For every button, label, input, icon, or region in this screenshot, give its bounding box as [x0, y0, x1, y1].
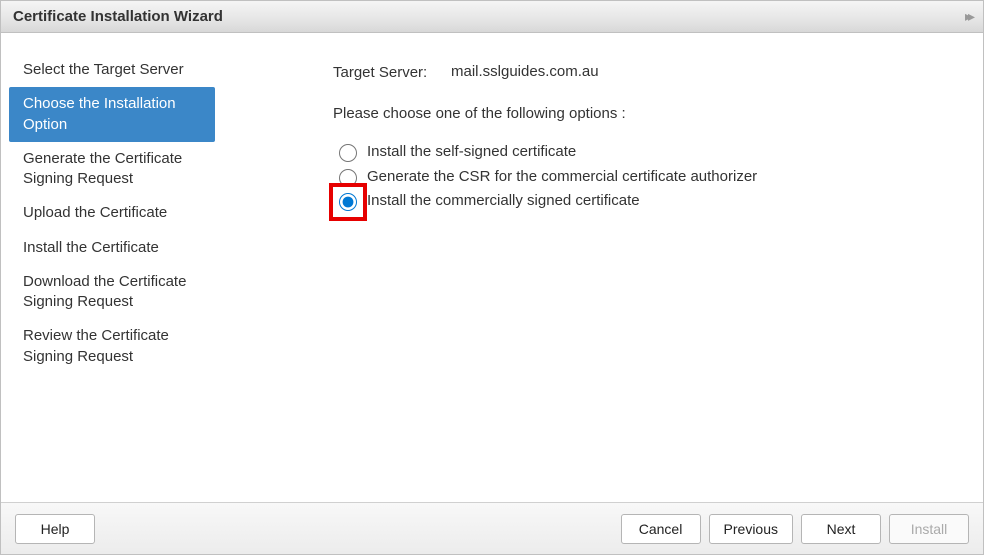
previous-button[interactable]: Previous [709, 514, 793, 544]
option-0[interactable]: Install the self-signed certificate [339, 142, 943, 162]
sidebar-item-step-1[interactable]: Choose the Installation Option [9, 87, 215, 142]
wizard-steps-sidebar: Select the Target ServerChoose the Insta… [1, 33, 223, 502]
option-1[interactable]: Generate the CSR for the commercial cert… [339, 167, 943, 187]
target-server-row: Target Server: mail.sslguides.com.au [333, 63, 943, 83]
sidebar-item-step-3[interactable]: Upload the Certificate [9, 196, 215, 230]
option-label-1: Generate the CSR for the commercial cert… [367, 167, 767, 187]
install-button[interactable]: Install [889, 514, 969, 544]
target-server-label: Target Server: [333, 63, 451, 83]
cancel-button[interactable]: Cancel [621, 514, 701, 544]
wizard-title: Certificate Installation Wizard [13, 8, 223, 25]
help-button[interactable]: Help [15, 514, 95, 544]
instruction-text: Please choose one of the following optio… [333, 105, 943, 122]
options-group: Install the self-signed certificate Gener… [339, 142, 943, 211]
footer-bar: Help Cancel Previous Next Install [1, 502, 983, 554]
sidebar-item-step-5[interactable]: Download the Certificate Signing Request [9, 265, 215, 320]
sidebar-item-step-6[interactable]: Review the Certificate Signing Request [9, 319, 215, 374]
main-panel: Target Server: mail.sslguides.com.au Ple… [223, 33, 983, 502]
option-radio-2[interactable] [339, 193, 357, 211]
next-button[interactable]: Next [801, 514, 881, 544]
titlebar: Certificate Installation Wizard ▸▸ [1, 1, 983, 33]
option-label-2: Install the commercially signed certific… [367, 191, 767, 211]
sidebar-item-step-4[interactable]: Install the Certificate [9, 231, 215, 265]
option-radio-1[interactable] [339, 169, 357, 187]
sidebar-item-step-0[interactable]: Select the Target Server [9, 53, 215, 87]
expand-icon[interactable]: ▸▸ [965, 8, 971, 25]
option-radio-0[interactable] [339, 144, 357, 162]
target-server-value: mail.sslguides.com.au [451, 63, 943, 83]
content-area: Select the Target ServerChoose the Insta… [1, 33, 983, 502]
option-2[interactable]: Install the commercially signed certific… [339, 191, 943, 211]
option-label-0: Install the self-signed certificate [367, 142, 767, 162]
sidebar-item-step-2[interactable]: Generate the Certificate Signing Request [9, 142, 215, 197]
